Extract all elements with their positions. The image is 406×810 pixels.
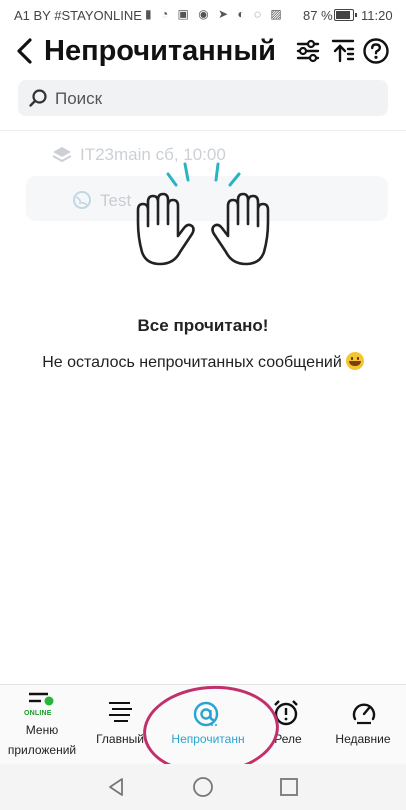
nav-back-icon[interactable] <box>106 776 126 798</box>
globe-icon <box>73 191 91 209</box>
sliders-icon[interactable] <box>294 37 322 65</box>
sort-top-icon[interactable] <box>329 37 357 65</box>
tab-recent-label: Недавние <box>335 732 391 746</box>
ghost-channel-row: Test <box>72 190 131 211</box>
battery-icon <box>334 9 357 21</box>
app-bar: Непрочитанный <box>0 32 406 72</box>
system-nav-bar <box>0 764 406 810</box>
search-icon <box>29 89 47 107</box>
battery-percent: 87 % <box>303 8 333 23</box>
divider <box>0 130 406 131</box>
search-placeholder: Поиск <box>55 89 103 108</box>
menu-icon <box>29 692 54 706</box>
clock: 11:20 <box>361 8 393 23</box>
status-icons: ▮ ◔ ▣ ◉ ➤ ◐ ◌ ▨ <box>145 7 285 21</box>
empty-state-subtitle: Не осталось непрочитанных сообщений <box>0 352 406 372</box>
tab-recent[interactable]: Недавние <box>320 685 406 765</box>
status-bar: A1 BY #STAYONLINE ▮ ◔ ▣ ◉ ➤ ◐ ◌ ▨ 87 % 1… <box>0 0 406 32</box>
layers-icon <box>52 147 72 163</box>
empty-state-subtitle-text: Не осталось непрочитанных сообщений <box>42 354 342 371</box>
nav-recents-icon[interactable] <box>279 777 299 797</box>
lines-icon <box>109 702 132 722</box>
empty-state-title: Все прочитано! <box>137 316 269 335</box>
ghost-channel-label: Test <box>100 191 132 210</box>
page-title: Непрочитанный <box>44 35 276 67</box>
carrier-label: A1 BY #STAYONLINE <box>14 8 142 23</box>
tab-app-menu[interactable]: ONLINE Меню приложений <box>0 685 84 765</box>
help-circle-icon[interactable] <box>362 37 390 65</box>
nav-home-icon[interactable] <box>192 776 214 798</box>
grinning-emoji-icon <box>345 352 364 370</box>
waving-hands-icon <box>136 162 270 266</box>
back-chevron-icon[interactable] <box>10 34 40 68</box>
search-field[interactable]: Поиск <box>18 80 388 116</box>
tab-app-menu-label: Меню приложений <box>7 723 77 757</box>
online-badge: ONLINE <box>24 710 52 717</box>
recent-icon <box>352 703 376 725</box>
